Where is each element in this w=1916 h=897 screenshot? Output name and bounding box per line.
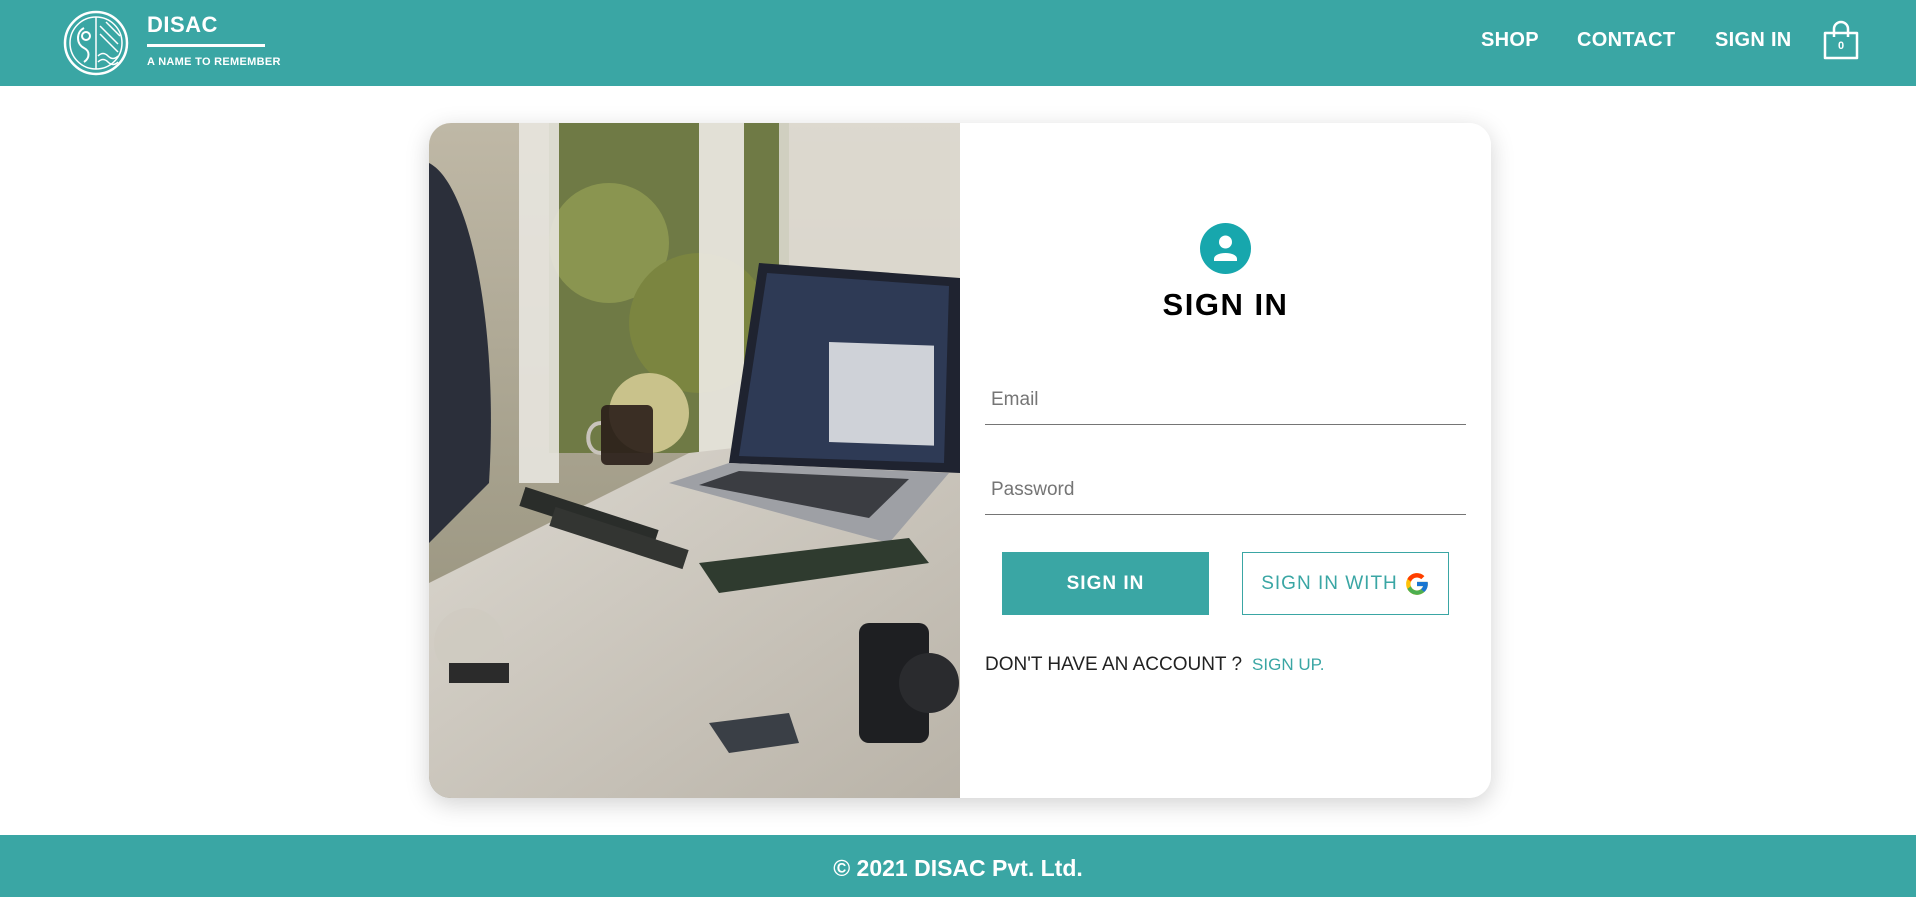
google-icon: [1405, 572, 1428, 595]
top-navbar: DISAC A NAME TO REMEMBER SHOP CONTACT SI…: [0, 0, 1916, 86]
sign-in-button[interactable]: SIGN IN: [1002, 552, 1209, 615]
password-input[interactable]: [985, 465, 1466, 515]
footer-copyright: © 2021 DISAC Pvt. Ltd.: [833, 855, 1083, 881]
brand-tagline: A NAME TO REMEMBER: [147, 56, 281, 68]
signin-form: SIGN IN SIGN IN SIGN IN WITH DON'T HAVE …: [960, 123, 1491, 798]
nav-shop-link[interactable]: SHOP: [1481, 29, 1539, 52]
brand-name: DISAC: [147, 12, 218, 37]
google-sign-in-button[interactable]: SIGN IN WITH: [1242, 552, 1449, 615]
google-button-label: SIGN IN WITH: [1261, 572, 1398, 594]
signup-prompt: DON'T HAVE AN ACCOUNT ? SIGN UP.: [985, 654, 1324, 676]
avatar: [1200, 223, 1251, 274]
signin-title: SIGN IN: [1162, 287, 1289, 322]
sign-up-link[interactable]: SIGN UP.: [1252, 655, 1324, 674]
email-input[interactable]: [985, 375, 1466, 425]
photo-illustration: [429, 123, 960, 798]
nav-contact-link[interactable]: CONTACT: [1577, 29, 1675, 52]
cart-button[interactable]: 0: [1821, 20, 1861, 60]
signin-card: SIGN IN SIGN IN SIGN IN WITH DON'T HAVE …: [429, 123, 1491, 798]
person-icon: [1214, 235, 1237, 261]
brand-logo-icon[interactable]: [60, 10, 132, 76]
laptop-desk-photo: [429, 123, 960, 798]
brand: DISAC A NAME TO REMEMBER: [147, 12, 281, 68]
no-account-text: DON'T HAVE AN ACCOUNT ?: [985, 654, 1243, 675]
cart-count: 0: [1837, 40, 1845, 52]
footer: © 2021 DISAC Pvt. Ltd.: [0, 835, 1916, 897]
nav-sign-in-link[interactable]: SIGN IN: [1715, 29, 1792, 52]
brand-divider: [147, 44, 265, 47]
